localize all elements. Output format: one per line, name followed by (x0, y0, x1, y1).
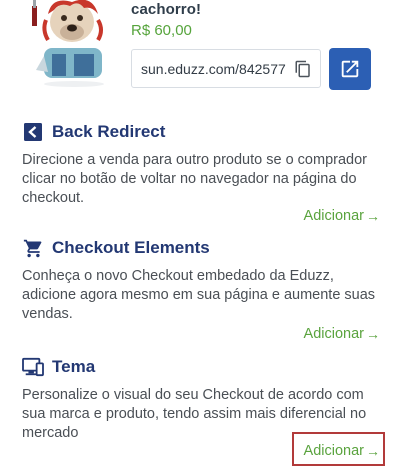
product-price: R$ 60,00 (131, 22, 192, 39)
add-link-label: Adicionar (303, 326, 364, 342)
add-tema-link[interactable]: Adicionar → (304, 443, 380, 459)
arrow-right-icon: → (366, 326, 380, 342)
back-arrow-box-icon (22, 121, 44, 143)
section-description: Conheça o novo Checkout embedado da Eduz… (22, 268, 376, 322)
arrow-right-icon: → (366, 208, 380, 224)
add-checkout-elements-link[interactable]: Adicionar → (304, 326, 380, 342)
checkout-link-field[interactable]: sun.eduzz.com/842577 (131, 49, 321, 88)
section-tema: Tema Personalize o visual do seu Checkou… (22, 355, 382, 443)
checkout-link-text[interactable]: sun.eduzz.com/842577 (141, 61, 292, 77)
add-link-label: Adicionar (303, 443, 364, 459)
add-back-redirect-link[interactable]: Adicionar → (304, 208, 380, 224)
section-checkout-elements: Checkout Elements Conheça o novo Checkou… (22, 236, 382, 324)
section-back-redirect: Back Redirect Direcione a venda para out… (22, 120, 382, 208)
section-title: Tema (52, 357, 96, 376)
open-link-button[interactable] (329, 48, 371, 90)
product-thumbnail (22, 0, 114, 90)
monitor-phone-icon (22, 356, 44, 378)
section-description: Direcione a venda para outro produto se … (22, 152, 367, 206)
shopping-cart-icon (22, 237, 44, 259)
product-name: cachorro! (131, 1, 202, 18)
section-title: Back Redirect (52, 122, 166, 141)
add-link-label: Adicionar (303, 208, 364, 224)
section-title: Checkout Elements (52, 238, 210, 257)
copy-icon[interactable] (292, 58, 314, 80)
open-external-icon (341, 60, 359, 78)
arrow-right-icon: → (366, 443, 380, 459)
